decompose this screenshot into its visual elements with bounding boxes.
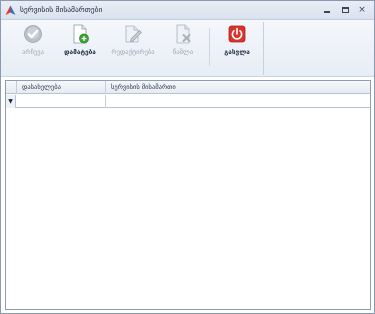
app-window: სერვისის მისამართები × არჩევა დამატება რ… xyxy=(0,0,375,314)
toolbar: არჩევა დამატება რედაქტირება წაშლა გასვლა xyxy=(1,20,374,77)
select-button-label: არჩევა xyxy=(22,48,44,56)
minimize-button[interactable] xyxy=(321,5,333,15)
edit-button[interactable]: რედაქტირება xyxy=(106,22,160,72)
select-button[interactable]: არჩევა xyxy=(15,22,51,72)
window-title: სერვისის მისამართები xyxy=(20,5,103,14)
close-icon: × xyxy=(358,4,366,15)
exit-button-label: გასვლა xyxy=(224,48,250,56)
close-button[interactable]: × xyxy=(356,5,368,15)
edit-button-label: რედაქტირება xyxy=(111,48,155,56)
check-circle-icon xyxy=(24,25,42,43)
title-bar: სერვისის მისამართები × xyxy=(1,1,374,20)
new-item-row[interactable]: ▼ xyxy=(6,95,370,108)
column-header-service-address[interactable]: სერვისის მისამართი xyxy=(106,81,370,94)
add-document-icon xyxy=(73,24,89,44)
maximize-icon xyxy=(341,7,349,13)
header-indicator-cell xyxy=(6,81,17,94)
toolbar-group: არჩევა დამატება რედაქტირება წაშლა გასვლა xyxy=(3,22,264,75)
data-grid[interactable]: დასახელება სერვისის მისამართი ▼ xyxy=(5,80,371,310)
name-cell[interactable] xyxy=(17,95,106,108)
exit-button[interactable]: გასვლა xyxy=(220,22,254,72)
delete-button[interactable]: წაშლა xyxy=(166,22,200,72)
column-header-name[interactable]: დასახელება xyxy=(17,81,106,94)
delete-button-label: წაშლა xyxy=(172,48,194,56)
edit-document-icon xyxy=(125,25,142,43)
new-row-indicator-icon: ▼ xyxy=(6,95,16,108)
grid-header: დასახელება სერვისის მისამართი xyxy=(6,81,370,94)
app-logo-icon xyxy=(5,5,16,15)
delete-document-icon xyxy=(176,24,191,44)
add-button[interactable]: დამატება xyxy=(60,22,100,72)
maximize-button[interactable] xyxy=(339,5,351,15)
add-button-label: დამატება xyxy=(64,48,96,56)
power-icon xyxy=(228,25,246,43)
service-address-cell[interactable] xyxy=(106,95,370,108)
minimize-icon xyxy=(324,11,330,13)
toolbar-separator xyxy=(209,28,210,66)
